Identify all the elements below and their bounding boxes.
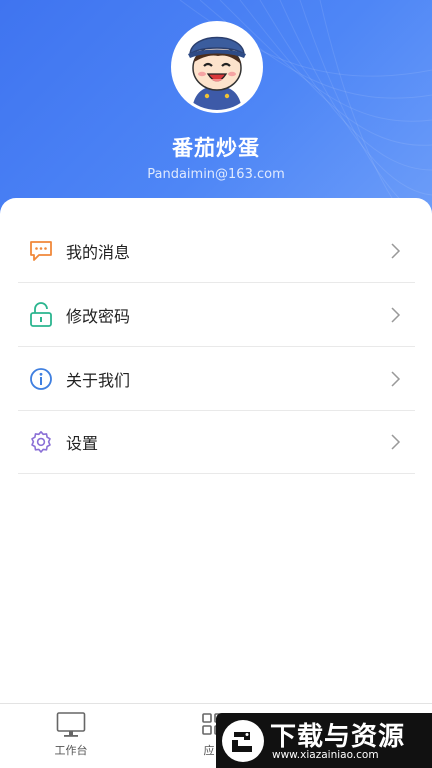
menu-item-messages[interactable]: 我的消息 [18, 220, 415, 283]
cartoon-boy-avatar-icon [174, 24, 260, 110]
chevron-right-icon [391, 371, 401, 387]
watermark-banner: 下载与资源 www.xiazainiao.com [216, 713, 432, 768]
menu-label-change-password: 修改密码 [66, 307, 131, 326]
avatar[interactable] [171, 21, 263, 113]
monitor-icon [56, 712, 86, 737]
message-icon [28, 238, 54, 264]
user-name: 番茄炒蛋 [172, 136, 260, 160]
settings-icon [28, 429, 54, 455]
menu-card: 我的消息 修改密码 关于我们 设置 [0, 198, 432, 703]
menu-item-settings[interactable]: 设置 [18, 411, 415, 474]
menu-label-about-us: 关于我们 [66, 371, 131, 390]
tab-label-workbench: 工作台 [54, 744, 88, 757]
menu-label-settings: 设置 [66, 434, 99, 453]
watermark-title: 下载与资源 [270, 722, 406, 752]
info-icon [28, 366, 54, 392]
watermark-url: www.xiazainiao.com [272, 749, 379, 761]
chevron-right-icon [391, 434, 401, 450]
bird-logo-icon [222, 720, 264, 762]
menu-item-about-us[interactable]: 关于我们 [18, 348, 415, 411]
chevron-right-icon [391, 307, 401, 323]
menu-label-messages: 我的消息 [66, 243, 131, 262]
user-email: Pandaimin@163.com [147, 167, 285, 182]
tab-workbench[interactable]: 工作台 [21, 704, 121, 768]
menu-item-change-password[interactable]: 修改密码 [18, 284, 415, 347]
chevron-right-icon [391, 243, 401, 259]
lock-icon [28, 302, 54, 328]
